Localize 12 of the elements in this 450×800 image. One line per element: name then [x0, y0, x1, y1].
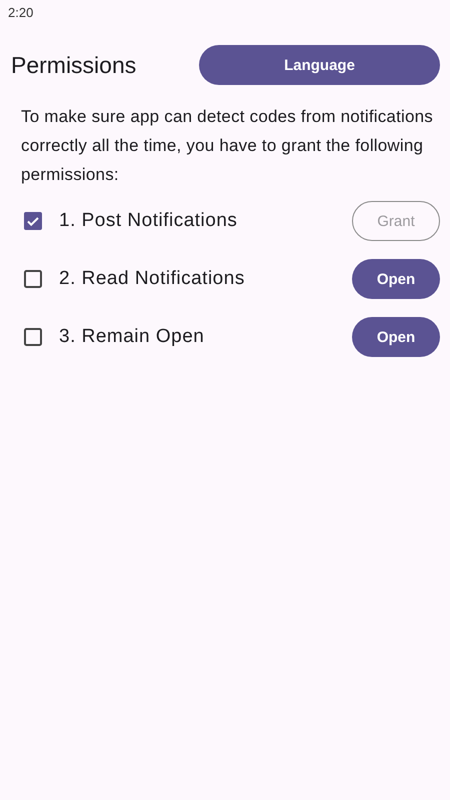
permission-label: 1. Post Notifications	[59, 210, 238, 232]
status-time: 2:20	[7, 4, 34, 22]
open-button[interactable]: Open	[352, 259, 440, 299]
language-button[interactable]: Language	[199, 45, 440, 85]
permission-label: 3. Remain Open	[59, 326, 206, 348]
permission-label: 2. Read Notifications	[59, 268, 246, 290]
description-text: To make sure app can detect codes from notifications correctly all the time, you have to grant the following permissions:	[21, 106, 434, 186]
checkbox[interactable]	[23, 327, 43, 347]
checkbox[interactable]	[23, 269, 43, 289]
open-button[interactable]: Open	[352, 317, 440, 357]
checkbox[interactable]	[23, 211, 43, 231]
page-title: Permissions	[11, 52, 136, 78]
